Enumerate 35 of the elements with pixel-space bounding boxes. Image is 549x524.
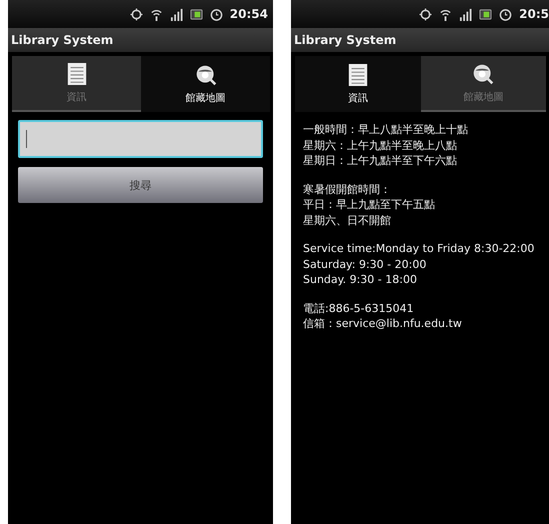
info-line: Service time:Monday to Friday 8:30-22:00	[303, 241, 536, 256]
status-time: 20:54	[230, 7, 268, 21]
magnifier-globe-icon	[196, 66, 216, 86]
document-icon	[67, 63, 86, 85]
search-button[interactable]: 搜尋	[18, 167, 263, 203]
magnifier-globe-icon	[474, 64, 494, 84]
info-line: 電話:886-5-6315041	[303, 300, 415, 316]
battery-icon	[479, 8, 492, 20]
info-line: Sunday. 9:30 - 18:00	[303, 272, 418, 288]
info-line: 一般時間：早上八點半至晚上十點	[303, 122, 469, 138]
signal-icon	[170, 8, 183, 20]
info-line: 星期六：上午九點半至晚上八點	[303, 138, 458, 153]
tab[interactable]: 資訊	[12, 56, 141, 112]
search-field[interactable]	[18, 120, 263, 158]
info-line: 星期六、日不開館	[303, 212, 392, 228]
info-line: Saturday: 9:30 - 20:00	[303, 256, 428, 272]
info-line: 星期日：上午九點半至下午六點	[303, 153, 458, 168]
info-line: 信箱：service@lib.nfu.edu.tw	[303, 316, 463, 332]
alarm-clock-icon	[499, 8, 512, 20]
wifi-icon	[439, 8, 452, 20]
info-line: 寒暑假開館時間：	[303, 182, 392, 197]
document-icon	[348, 64, 367, 86]
app-title: Library System	[294, 33, 396, 47]
alarm-clock-icon	[210, 8, 223, 20]
app-title: Library System	[11, 33, 114, 47]
battery-icon	[190, 8, 203, 20]
sync-icon	[130, 8, 143, 20]
info-line: 平日：早上九點至下午五點	[303, 197, 436, 212]
wifi-icon	[150, 8, 163, 20]
tab[interactable]: 館藏地圖	[141, 56, 270, 112]
sync-icon	[419, 8, 432, 20]
tab[interactable]: 館藏地圖	[420, 56, 546, 112]
signal-icon	[459, 8, 472, 20]
status-time: 20:5	[519, 7, 549, 21]
tab[interactable]: 資訊	[295, 56, 420, 112]
